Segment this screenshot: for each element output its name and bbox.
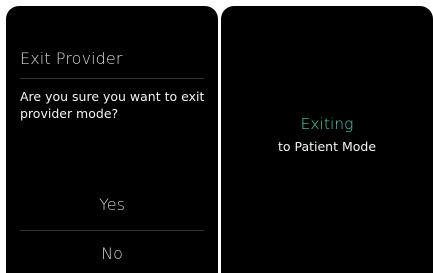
exiting-detail: to Patient Mode xyxy=(277,139,377,154)
exiting-screen: Exiting to Patient Mode xyxy=(221,6,433,273)
dialog-title: Exit Provider xyxy=(20,49,123,68)
exit-provider-dialog: Exit Provider Are you sure you want to e… xyxy=(6,6,218,273)
no-button[interactable]: No xyxy=(6,241,218,267)
title-divider xyxy=(20,78,204,79)
choice-divider xyxy=(20,230,204,231)
exiting-status: Exiting xyxy=(300,115,354,133)
dialog-message: Are you sure you want to exit provider m… xyxy=(20,89,205,121)
yes-button[interactable]: Yes xyxy=(6,192,218,218)
